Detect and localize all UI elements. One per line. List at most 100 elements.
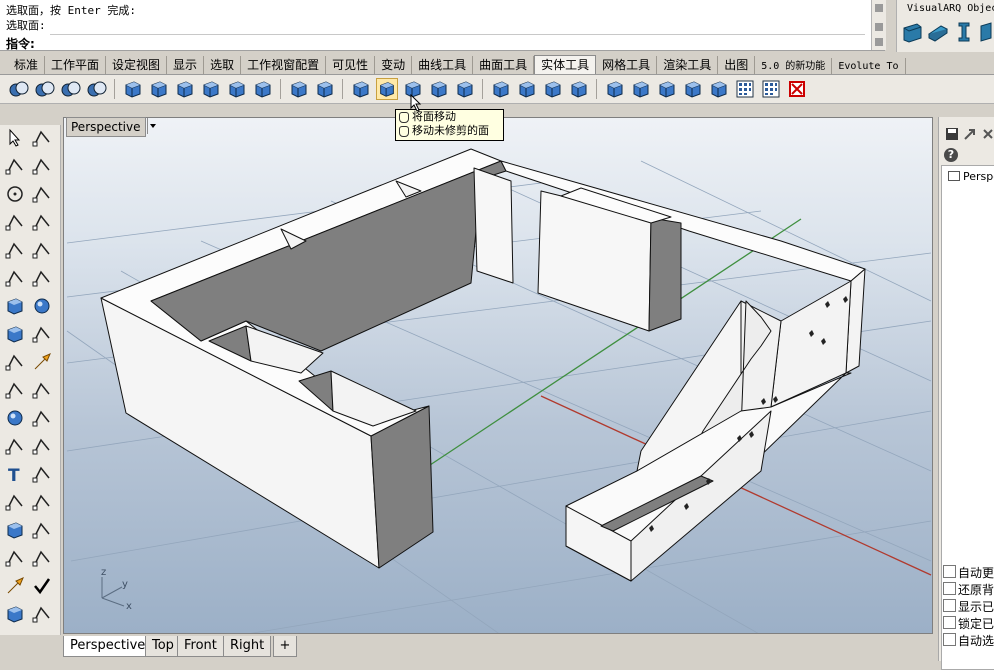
toolbar-tab[interactable]: 可见性 bbox=[326, 56, 376, 74]
toolbar-tab[interactable]: 设定视图 bbox=[106, 56, 168, 74]
point-icon[interactable] bbox=[31, 127, 53, 149]
option-checkbox[interactable] bbox=[943, 565, 956, 578]
curve-icon[interactable] bbox=[31, 155, 53, 177]
viewport-title[interactable]: Perspective bbox=[66, 117, 146, 137]
merge-faces-icon[interactable] bbox=[682, 78, 704, 100]
solid-cube-icon[interactable] bbox=[288, 78, 310, 100]
edit-arrow-icon[interactable] bbox=[963, 127, 977, 141]
toolbar-tab[interactable]: 工作平面 bbox=[45, 56, 107, 74]
group-icon[interactable] bbox=[31, 407, 53, 429]
viewport-menu-chevron-icon[interactable] bbox=[147, 118, 158, 134]
explode-gear-icon[interactable] bbox=[4, 351, 26, 373]
toolbar-tab[interactable]: 出图 bbox=[718, 56, 756, 74]
scroll-down-arrow-icon[interactable] bbox=[875, 23, 883, 31]
cube-view-icon[interactable] bbox=[4, 519, 26, 541]
option-checkbox[interactable] bbox=[943, 582, 956, 595]
box-shell-icon[interactable] bbox=[148, 78, 170, 100]
ellipse-icon[interactable] bbox=[31, 183, 53, 205]
split-face-icon[interactable] bbox=[630, 78, 652, 100]
shaded-cube-icon[interactable] bbox=[4, 603, 26, 625]
sphere-intersection-icon[interactable] bbox=[60, 78, 82, 100]
box-edge-icon[interactable] bbox=[122, 78, 144, 100]
solid-cube-alt-icon[interactable] bbox=[314, 78, 336, 100]
move-face-icon[interactable] bbox=[350, 78, 372, 100]
fillet-edge-icon[interactable] bbox=[568, 78, 590, 100]
curve-from-object-icon[interactable] bbox=[4, 435, 26, 457]
boolean-icon[interactable] bbox=[4, 407, 26, 429]
cylinder-icon[interactable] bbox=[4, 323, 26, 345]
help-icon[interactable]: ? bbox=[944, 148, 958, 162]
explode-icon[interactable] bbox=[252, 78, 274, 100]
copy-face-icon[interactable] bbox=[542, 78, 564, 100]
move-hole-icon[interactable] bbox=[428, 78, 450, 100]
render-icon[interactable] bbox=[31, 603, 53, 625]
box-stack-icon[interactable] bbox=[200, 78, 222, 100]
box-solid-icon[interactable] bbox=[4, 295, 26, 317]
polygon-icon[interactable] bbox=[4, 239, 26, 261]
mesh-plane-icon[interactable] bbox=[31, 323, 53, 345]
cap-holes-icon[interactable] bbox=[708, 78, 730, 100]
toolbar-tab[interactable]: 实体工具 bbox=[534, 55, 597, 74]
option-checkbox[interactable] bbox=[943, 633, 956, 646]
beam-icon[interactable] bbox=[927, 20, 949, 44]
surface-from-points-icon[interactable] bbox=[4, 267, 26, 289]
toolbar-tab[interactable]: 标准 bbox=[0, 56, 46, 74]
lightning-icon[interactable] bbox=[31, 351, 53, 373]
toolbar-tab[interactable]: Evolute To bbox=[832, 58, 906, 74]
viewport-tab[interactable]: Perspective bbox=[63, 636, 153, 657]
revolve-icon[interactable] bbox=[31, 267, 53, 289]
door-icon[interactable] bbox=[977, 20, 994, 44]
sphere-split-icon[interactable] bbox=[86, 78, 108, 100]
trim-icon[interactable] bbox=[4, 379, 26, 401]
sphere-solid-icon[interactable] bbox=[31, 295, 53, 317]
option-checkbox[interactable] bbox=[943, 599, 956, 612]
cube-icon[interactable] bbox=[226, 78, 248, 100]
scroll-up-arrow-icon[interactable] bbox=[875, 4, 883, 12]
sphere-union-icon[interactable] bbox=[8, 78, 30, 100]
toolbar-tab[interactable]: 曲线工具 bbox=[412, 56, 474, 74]
delete-face-icon[interactable] bbox=[786, 78, 808, 100]
viewport-tab[interactable]: Right bbox=[223, 636, 272, 657]
toolbar-tab[interactable]: 工作视窗配置 bbox=[241, 56, 327, 74]
viewport-tab[interactable]: Top bbox=[145, 636, 181, 657]
move-untrimmed-face-icon[interactable] bbox=[376, 78, 398, 100]
command-scrollbar[interactable] bbox=[871, 0, 886, 50]
command-input[interactable] bbox=[50, 34, 865, 50]
toolbar-tab[interactable]: 选取 bbox=[204, 56, 242, 74]
toolbar-tab[interactable]: 曲面工具 bbox=[473, 56, 535, 74]
select-arrow-icon[interactable] bbox=[4, 127, 26, 149]
viewport-tab[interactable]: Front bbox=[177, 636, 224, 657]
create-solid-icon[interactable] bbox=[656, 78, 678, 100]
viewport-canvas[interactable]: z y x bbox=[64, 118, 933, 634]
scroll-down-arrow-icon[interactable] bbox=[875, 38, 883, 46]
box-extract-icon[interactable] bbox=[174, 78, 196, 100]
extrude-face-icon[interactable] bbox=[490, 78, 512, 100]
polyline-icon[interactable] bbox=[4, 155, 26, 177]
toolbar-tab[interactable]: 渲染工具 bbox=[657, 56, 719, 74]
option-checkbox[interactable] bbox=[943, 616, 956, 629]
mirror-icon[interactable] bbox=[31, 491, 53, 513]
arc-icon[interactable] bbox=[4, 211, 26, 233]
text-icon[interactable]: T bbox=[4, 463, 26, 485]
wall-icon[interactable] bbox=[901, 20, 923, 44]
toolbar-tab[interactable]: 变动 bbox=[375, 56, 413, 74]
ruler-icon[interactable] bbox=[31, 547, 53, 569]
circle-icon[interactable] bbox=[4, 183, 26, 205]
split-icon[interactable] bbox=[31, 379, 53, 401]
array-icon[interactable] bbox=[4, 547, 26, 569]
add-viewport-tab-button[interactable]: + bbox=[273, 636, 297, 657]
perspective-viewport[interactable]: z y x bbox=[63, 117, 933, 634]
blend-icon[interactable] bbox=[604, 78, 626, 100]
close-icon[interactable] bbox=[981, 127, 994, 141]
toolbar-tab[interactable]: 网格工具 bbox=[596, 56, 658, 74]
save-icon[interactable] bbox=[945, 127, 959, 141]
block-icon[interactable] bbox=[4, 491, 26, 513]
paint-icon[interactable] bbox=[4, 575, 26, 597]
rotate-hole-icon[interactable] bbox=[454, 78, 476, 100]
toolbar-tab[interactable]: 5.0 的新功能 bbox=[755, 58, 833, 74]
dimension-icon[interactable] bbox=[31, 463, 53, 485]
column-icon[interactable] bbox=[953, 20, 975, 44]
grid-dense-icon[interactable] bbox=[760, 78, 782, 100]
rectangle-icon[interactable] bbox=[31, 211, 53, 233]
check-icon[interactable] bbox=[31, 575, 53, 597]
